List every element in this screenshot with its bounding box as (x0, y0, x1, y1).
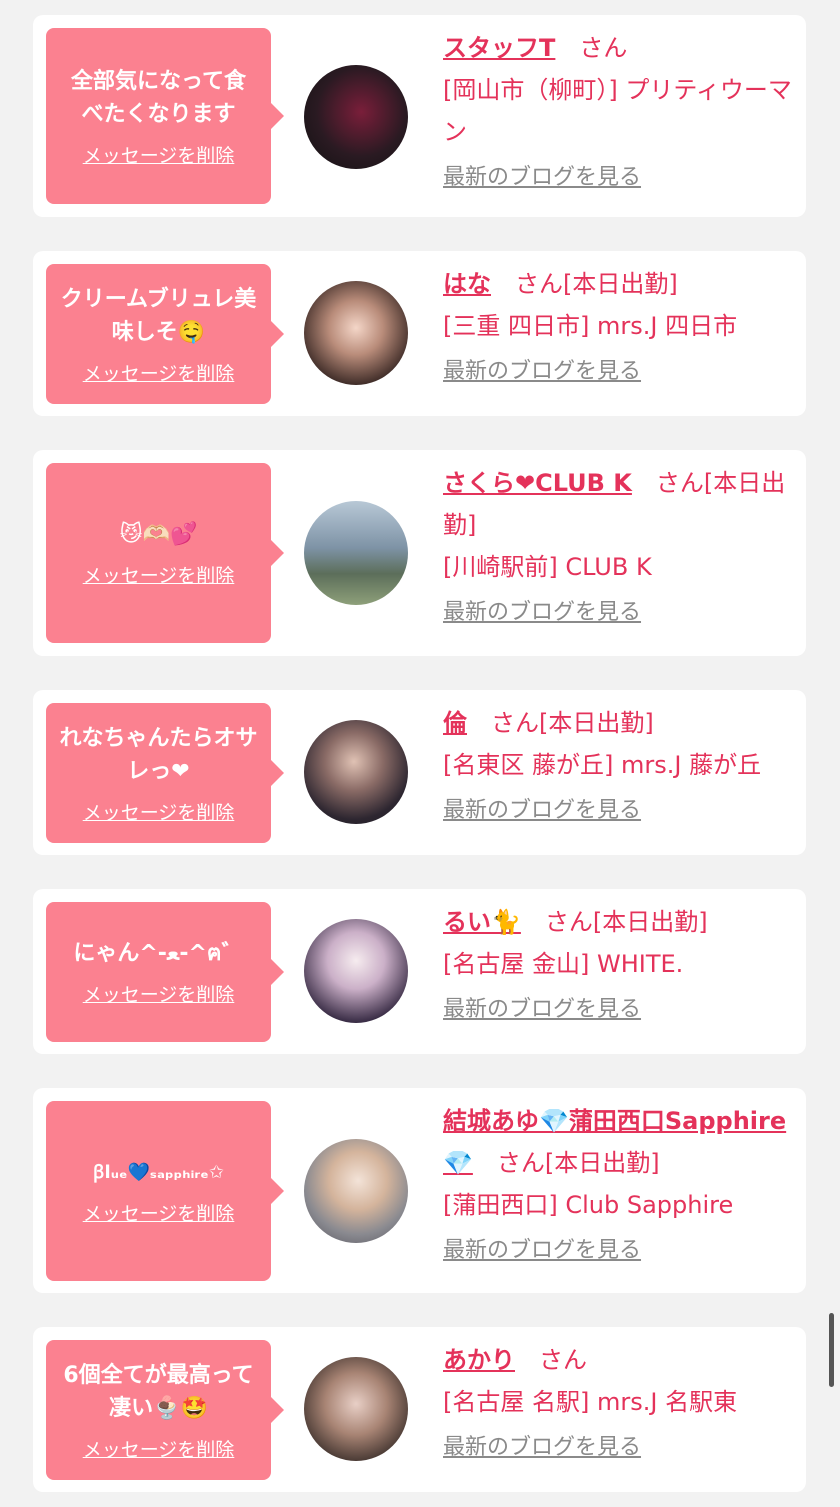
message-bubble: ꞵlᵤₑ💙ₛₐₚₚₕᵢᵣₑ✩ メッセージを削除 (46, 1101, 284, 1281)
delete-message-link[interactable]: メッセージを削除 (83, 1199, 235, 1226)
message-card: 😼🫶🏻💕 メッセージを削除 さくら❤CLUB K さん[本日出勤] [川崎駅前] … (33, 450, 806, 656)
message-text: 6個全てが最高って凄い🍨🤩 (63, 1362, 254, 1421)
delete-message-link[interactable]: メッセージを削除 (83, 561, 235, 588)
cast-name-link[interactable]: スタッフT (443, 34, 555, 62)
honorific: さん (544, 908, 593, 936)
message-card: にゃん^-ﻌ-^ฅ゛ メッセージを削除 るい🐈 さん[本日出勤] [名古屋 金山]… (33, 889, 806, 1054)
message-card: れなちゃんたらオサレっ❤ メッセージを削除 倫さん[本日出勤] [名東区 藤が丘… (33, 690, 806, 855)
attendance-status: [本日出勤] (544, 1149, 660, 1177)
avatar[interactable] (304, 501, 408, 605)
message-bubble: クリームブリュレ美味しそ🤤 メッセージを削除 (46, 264, 284, 404)
cast-name-link[interactable]: 倫 (443, 709, 467, 737)
shop-info: [川崎駅前] CLUB K (443, 553, 652, 581)
avatar[interactable] (304, 720, 408, 824)
honorific: さん (655, 469, 704, 497)
message-text: 全部気になって食べたくなります (71, 68, 246, 127)
latest-blog-link[interactable]: 最新のブログを見る (443, 596, 794, 630)
avatar[interactable] (304, 1357, 408, 1461)
message-bubble: れなちゃんたらオサレっ❤ メッセージを削除 (46, 703, 284, 843)
shop-info: [蒲田西口] Club Sapphire (443, 1191, 734, 1219)
latest-blog-link[interactable]: 最新のブログを見る (443, 161, 794, 195)
message-card: ꞵlᵤₑ💙ₛₐₚₚₕᵢᵣₑ✩ メッセージを削除 結城あゆ💎蒲田西口Sapphir… (33, 1088, 806, 1293)
cast-name-link[interactable]: るい🐈 (443, 908, 521, 936)
cast-name-link[interactable]: はな (443, 270, 491, 298)
shop-info: [三重 四日市] mrs.J 四日市 (443, 312, 738, 340)
shop-info: [名古屋 名駅] mrs.J 名駅東 (443, 1388, 738, 1416)
honorific: さん (491, 709, 539, 737)
delete-message-link[interactable]: メッセージを削除 (83, 980, 235, 1007)
attendance-status: [本日出勤] (539, 709, 654, 737)
honorific: さん (539, 1346, 587, 1374)
attendance-status: [本日出勤] (592, 908, 708, 936)
shop-info: [岡山市（柳町）] プリティウーマン (443, 76, 792, 146)
delete-message-link[interactable]: メッセージを削除 (83, 1435, 235, 1462)
message-bubble: 😼🫶🏻💕 メッセージを削除 (46, 463, 284, 643)
message-text: クリームブリュレ美味しそ🤤 (60, 286, 257, 345)
latest-blog-link[interactable]: 最新のブログを見る (443, 993, 794, 1027)
shop-info: [名東区 藤が丘] mrs.J 藤が丘 (443, 751, 762, 779)
message-text: 😼🫶🏻💕 (119, 522, 198, 547)
shop-info: [名古屋 金山] WHITE. (443, 950, 684, 978)
avatar[interactable] (304, 919, 408, 1023)
avatar[interactable] (304, 65, 408, 169)
latest-blog-link[interactable]: 最新のブログを見る (443, 1431, 794, 1465)
message-text: にゃん^-ﻌ-^ฅ゛ (73, 941, 244, 966)
honorific: さん (515, 270, 563, 298)
avatar[interactable] (304, 1139, 408, 1243)
message-card: クリームブリュレ美味しそ🤤 メッセージを削除 はな さん[本日出勤] [三重 四日… (33, 251, 806, 416)
delete-message-link[interactable]: メッセージを削除 (83, 798, 235, 825)
latest-blog-link[interactable]: 最新のブログを見る (443, 794, 794, 828)
message-card: 6個全てが最高って凄い🍨🤩 メッセージを削除 あかり さん [名古屋 名駅] mr… (33, 1327, 806, 1492)
latest-blog-link[interactable]: 最新のブログを見る (443, 1234, 794, 1268)
cast-name-link[interactable]: さくら❤CLUB K (443, 469, 632, 497)
message-text: ꞵlᵤₑ💙ₛₐₚₚₕᵢᵣₑ✩ (93, 1162, 224, 1183)
honorific: さん (579, 34, 628, 62)
latest-blog-link[interactable]: 最新のブログを見る (443, 355, 794, 389)
delete-message-link[interactable]: メッセージを削除 (83, 141, 235, 168)
message-card: 全部気になって食べたくなります メッセージを削除 スタッフT さん [岡山市（柳町… (33, 15, 806, 217)
message-bubble: にゃん^-ﻌ-^ฅ゛ メッセージを削除 (46, 902, 284, 1042)
message-text: れなちゃんたらオサレっ❤ (59, 725, 258, 784)
message-bubble: 全部気になって食べたくなります メッセージを削除 (46, 28, 284, 204)
attendance-status: [本日出勤] (563, 270, 678, 298)
delete-message-link[interactable]: メッセージを削除 (83, 359, 235, 386)
avatar[interactable] (304, 281, 408, 385)
scrollbar[interactable] (829, 1313, 834, 1387)
message-bubble: 6個全てが最高って凄い🍨🤩 メッセージを削除 (46, 1340, 284, 1480)
cast-name-link[interactable]: あかり (443, 1346, 515, 1374)
honorific: さん (496, 1149, 545, 1177)
